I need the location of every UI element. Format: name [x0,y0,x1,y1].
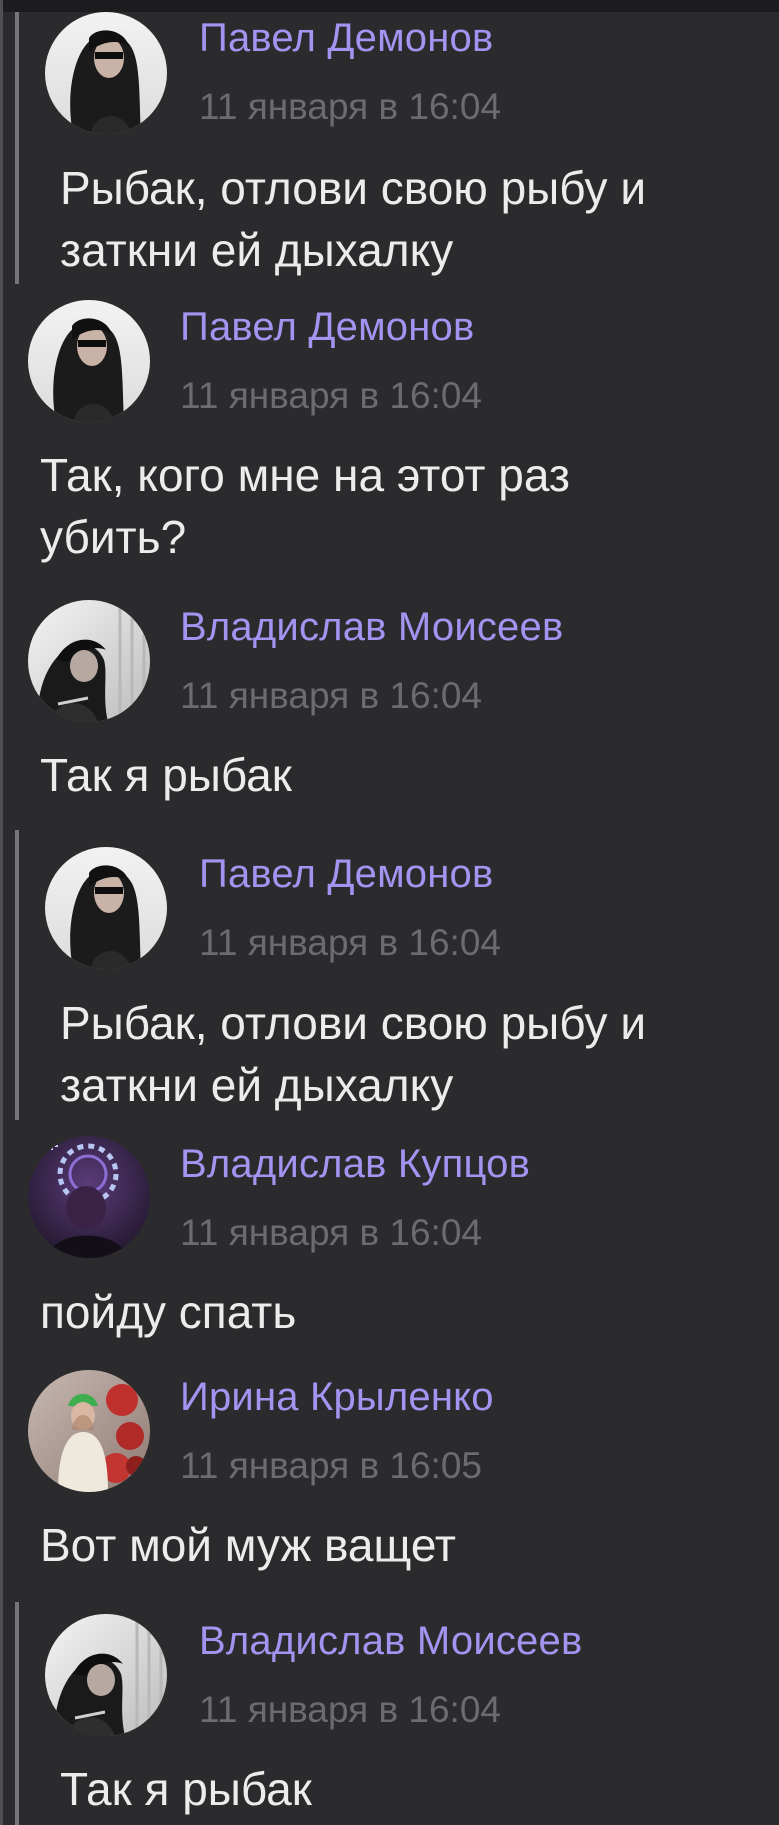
quote-bar [15,830,19,1120]
message-time: 11 января в 16:04 [199,86,501,127]
long-hair-sunglasses-avatar[interactable] [45,12,167,134]
quote-bar [15,1602,19,1825]
message-time: 11 января в 16:05 [180,1445,482,1486]
author-name[interactable]: Владислав Моисеев [180,605,563,650]
author-name[interactable]: Владислав Купцов [180,1142,530,1187]
message-text-line: Так я рыбак [40,749,292,801]
message-text-line: Вот мой муж ващет [40,1519,456,1571]
author-name[interactable]: Владислав Моисеев [199,1619,582,1664]
message: Павел Демонов 11 января в 16:04 Так, ког… [0,300,779,570]
message-text-line: заткни ей дыхалку [60,1059,454,1111]
message-time: 11 января в 16:04 [180,675,482,716]
message-time: 11 января в 16:04 [199,1689,501,1730]
message-text-line: Так, кого мне на этот раз [40,449,570,501]
message: Павел Демонов 11 января в 16:04 Рыбак, о… [0,12,779,284]
message: Владислав Моисеев 11 января в 16:04 Так … [0,1602,779,1825]
author-name[interactable]: Павел Демонов [180,305,474,350]
message-text-line: заткни ей дыхалку [60,224,454,276]
message: Павел Демонов 11 января в 16:04 Рыбак, о… [0,830,779,1120]
message-time: 11 января в 16:04 [180,375,482,416]
quote-bar [15,12,19,284]
message-time: 11 января в 16:04 [180,1212,482,1253]
message-text-line: убить? [40,511,187,563]
author-name[interactable]: Павел Демонов [199,852,493,897]
long-hair-sunglasses-avatar[interactable] [45,847,167,969]
message: Владислав Моисеев 11 января в 16:04 Так … [0,600,779,815]
message-text-line: Рыбак, отлови свою рыбу и [60,162,647,214]
top-status-strip [0,0,779,12]
author-name[interactable]: Ирина Крыленко [180,1375,494,1420]
message: Ирина Крыленко 11 января в 16:05 Вот мой… [0,1370,779,1585]
hooded-profile-avatar[interactable] [45,1614,167,1736]
hooded-profile-avatar[interactable] [28,600,150,722]
message-text-line: Рыбак, отлови свою рыбу и [60,997,647,1049]
message-text-line: Так я рыбак [60,1763,312,1815]
author-name[interactable]: Павел Демонов [199,16,493,61]
purple-neon-avatar[interactable] [28,1136,150,1258]
message-text-line: пойду спать [40,1286,297,1338]
woman-green-hat-avatar[interactable] [28,1370,150,1492]
long-hair-sunglasses-avatar[interactable] [28,300,150,422]
message-time: 11 января в 16:04 [199,922,501,963]
message: Владислав Купцов 11 января в 16:04 пойду… [0,1136,779,1356]
